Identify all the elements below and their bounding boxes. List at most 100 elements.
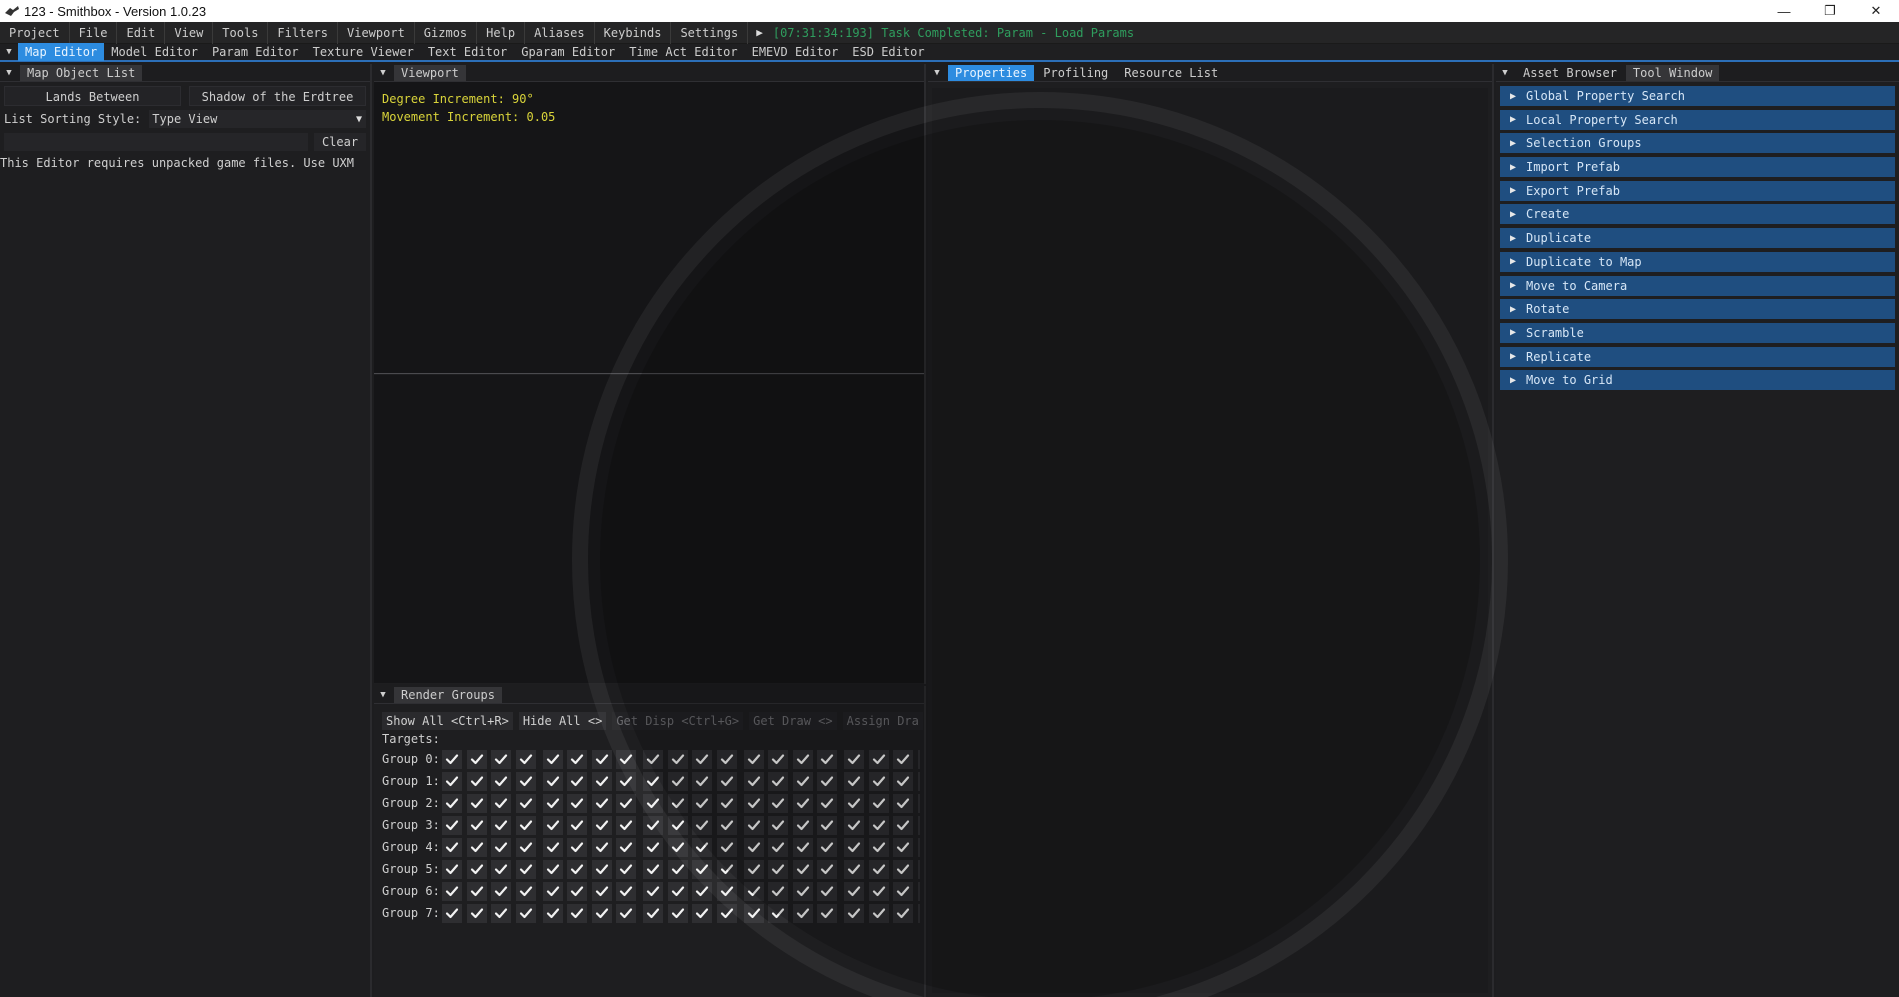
render-group-checkbox[interactable] bbox=[844, 859, 864, 879]
tab-texture-viewer[interactable]: Texture Viewer bbox=[306, 43, 421, 61]
render-group-checkbox[interactable] bbox=[716, 815, 737, 835]
render-group-checkbox[interactable] bbox=[567, 903, 587, 923]
render-group-checkbox[interactable] bbox=[567, 837, 587, 857]
render-group-checkbox[interactable] bbox=[743, 903, 764, 923]
render-group-checkbox[interactable] bbox=[817, 771, 837, 791]
clear-button[interactable]: Clear bbox=[314, 133, 366, 151]
render-group-checkbox[interactable] bbox=[893, 903, 913, 923]
render-group-checkbox[interactable] bbox=[667, 903, 688, 923]
render-group-checkbox[interactable] bbox=[643, 771, 663, 791]
render-group-checkbox[interactable] bbox=[515, 771, 536, 791]
render-group-checkbox[interactable] bbox=[692, 881, 712, 901]
get-draw-button[interactable]: Get Draw <> bbox=[749, 712, 837, 730]
render-group-checkbox[interactable] bbox=[743, 837, 764, 857]
play-icon[interactable]: ▶ bbox=[748, 26, 771, 39]
render-group-checkbox[interactable] bbox=[616, 815, 636, 835]
render-group-checkbox[interactable] bbox=[743, 815, 764, 835]
render-group-checkbox[interactable] bbox=[768, 771, 788, 791]
render-group-checkbox[interactable] bbox=[743, 793, 764, 813]
render-group-checkbox[interactable] bbox=[591, 793, 612, 813]
render-group-checkbox[interactable] bbox=[616, 837, 636, 857]
collapse-arrow-icon[interactable]: ▼ bbox=[374, 68, 392, 78]
render-group-checkbox[interactable] bbox=[893, 881, 913, 901]
render-group-checkbox[interactable] bbox=[817, 881, 837, 901]
render-group-checkbox[interactable] bbox=[591, 881, 612, 901]
render-group-checkbox[interactable] bbox=[542, 771, 563, 791]
render-group-checkbox[interactable] bbox=[616, 793, 636, 813]
render-group-checkbox[interactable] bbox=[917, 881, 920, 901]
render-group-checkbox[interactable] bbox=[466, 749, 487, 769]
tool-item[interactable]: ▶ Create bbox=[1500, 204, 1895, 225]
render-group-checkbox[interactable] bbox=[466, 837, 487, 857]
render-group-checkbox[interactable] bbox=[716, 903, 737, 923]
minimize-button[interactable]: — bbox=[1761, 0, 1807, 22]
render-group-checkbox[interactable] bbox=[643, 903, 663, 923]
render-group-checkbox[interactable] bbox=[868, 793, 889, 813]
tab-asset-browser[interactable]: Asset Browser bbox=[1516, 65, 1624, 81]
render-group-checkbox[interactable] bbox=[817, 749, 837, 769]
render-group-checkbox[interactable] bbox=[768, 881, 788, 901]
render-group-checkbox[interactable] bbox=[466, 793, 487, 813]
menu-project[interactable]: Project bbox=[0, 21, 70, 44]
render-group-checkbox[interactable] bbox=[542, 859, 563, 879]
render-group-checkbox[interactable] bbox=[442, 859, 462, 879]
render-group-checkbox[interactable] bbox=[491, 859, 511, 879]
tab-model-editor[interactable]: Model Editor bbox=[104, 43, 205, 61]
render-group-checkbox[interactable] bbox=[716, 837, 737, 857]
render-group-checkbox[interactable] bbox=[792, 881, 813, 901]
render-group-checkbox[interactable] bbox=[692, 793, 712, 813]
render-group-checkbox[interactable] bbox=[442, 793, 462, 813]
render-group-checkbox[interactable] bbox=[868, 815, 889, 835]
render-group-checkbox[interactable] bbox=[893, 815, 913, 835]
render-group-checkbox[interactable] bbox=[792, 749, 813, 769]
render-group-checkbox[interactable] bbox=[466, 815, 487, 835]
tab-properties[interactable]: Properties bbox=[948, 64, 1035, 81]
render-group-checkbox[interactable] bbox=[643, 859, 663, 879]
render-group-checkbox[interactable] bbox=[515, 881, 536, 901]
render-group-checkbox[interactable] bbox=[442, 771, 462, 791]
render-group-checkbox[interactable] bbox=[917, 793, 920, 813]
lands-between-button[interactable]: Lands Between bbox=[4, 86, 181, 106]
render-group-checkbox[interactable] bbox=[667, 881, 688, 901]
render-group-checkbox[interactable] bbox=[844, 793, 864, 813]
render-group-checkbox[interactable] bbox=[515, 903, 536, 923]
render-group-checkbox[interactable] bbox=[868, 837, 889, 857]
render-group-checkbox[interactable] bbox=[868, 859, 889, 879]
render-group-checkbox[interactable] bbox=[893, 771, 913, 791]
render-group-checkbox[interactable] bbox=[743, 771, 764, 791]
render-group-checkbox[interactable] bbox=[667, 859, 688, 879]
render-group-checkbox[interactable] bbox=[792, 815, 813, 835]
render-group-checkbox[interactable] bbox=[442, 881, 462, 901]
render-group-checkbox[interactable] bbox=[692, 859, 712, 879]
viewport-canvas[interactable]: Degree Increment: 90° Movement Increment… bbox=[374, 82, 924, 374]
render-group-checkbox[interactable] bbox=[567, 793, 587, 813]
render-group-checkbox[interactable] bbox=[817, 903, 837, 923]
render-group-checkbox[interactable] bbox=[466, 771, 487, 791]
render-group-checkbox[interactable] bbox=[716, 749, 737, 769]
render-group-checkbox[interactable] bbox=[768, 749, 788, 769]
collapse-arrow-icon[interactable]: ▼ bbox=[1496, 68, 1514, 78]
menu-aliases[interactable]: Aliases bbox=[525, 21, 595, 44]
render-group-checkbox[interactable] bbox=[616, 903, 636, 923]
render-group-checkbox[interactable] bbox=[567, 749, 587, 769]
render-group-checkbox[interactable] bbox=[491, 771, 511, 791]
render-group-checkbox[interactable] bbox=[542, 749, 563, 769]
tool-item[interactable]: ▶ Move to Camera bbox=[1500, 275, 1895, 296]
render-group-checkbox[interactable] bbox=[466, 881, 487, 901]
render-group-checkbox[interactable] bbox=[817, 859, 837, 879]
tool-item[interactable]: ▶ Duplicate bbox=[1500, 228, 1895, 249]
render-group-checkbox[interactable] bbox=[743, 859, 764, 879]
render-group-checkbox[interactable] bbox=[591, 903, 612, 923]
render-group-checkbox[interactable] bbox=[743, 749, 764, 769]
collapse-arrow-icon[interactable]: ▼ bbox=[0, 47, 18, 57]
collapse-arrow-icon[interactable]: ▼ bbox=[0, 68, 18, 78]
menu-edit[interactable]: Edit bbox=[117, 21, 166, 44]
shadow-of-the-erdtree-button[interactable]: Shadow of the Erdtree bbox=[189, 86, 366, 106]
tool-item[interactable]: ▶ Local Property Search bbox=[1500, 109, 1895, 130]
render-group-checkbox[interactable] bbox=[893, 793, 913, 813]
render-group-checkbox[interactable] bbox=[466, 903, 487, 923]
menu-help[interactable]: Help bbox=[477, 21, 526, 44]
render-group-checkbox[interactable] bbox=[515, 815, 536, 835]
render-group-checkbox[interactable] bbox=[567, 771, 587, 791]
tab-time-act-editor[interactable]: Time Act Editor bbox=[622, 43, 744, 61]
